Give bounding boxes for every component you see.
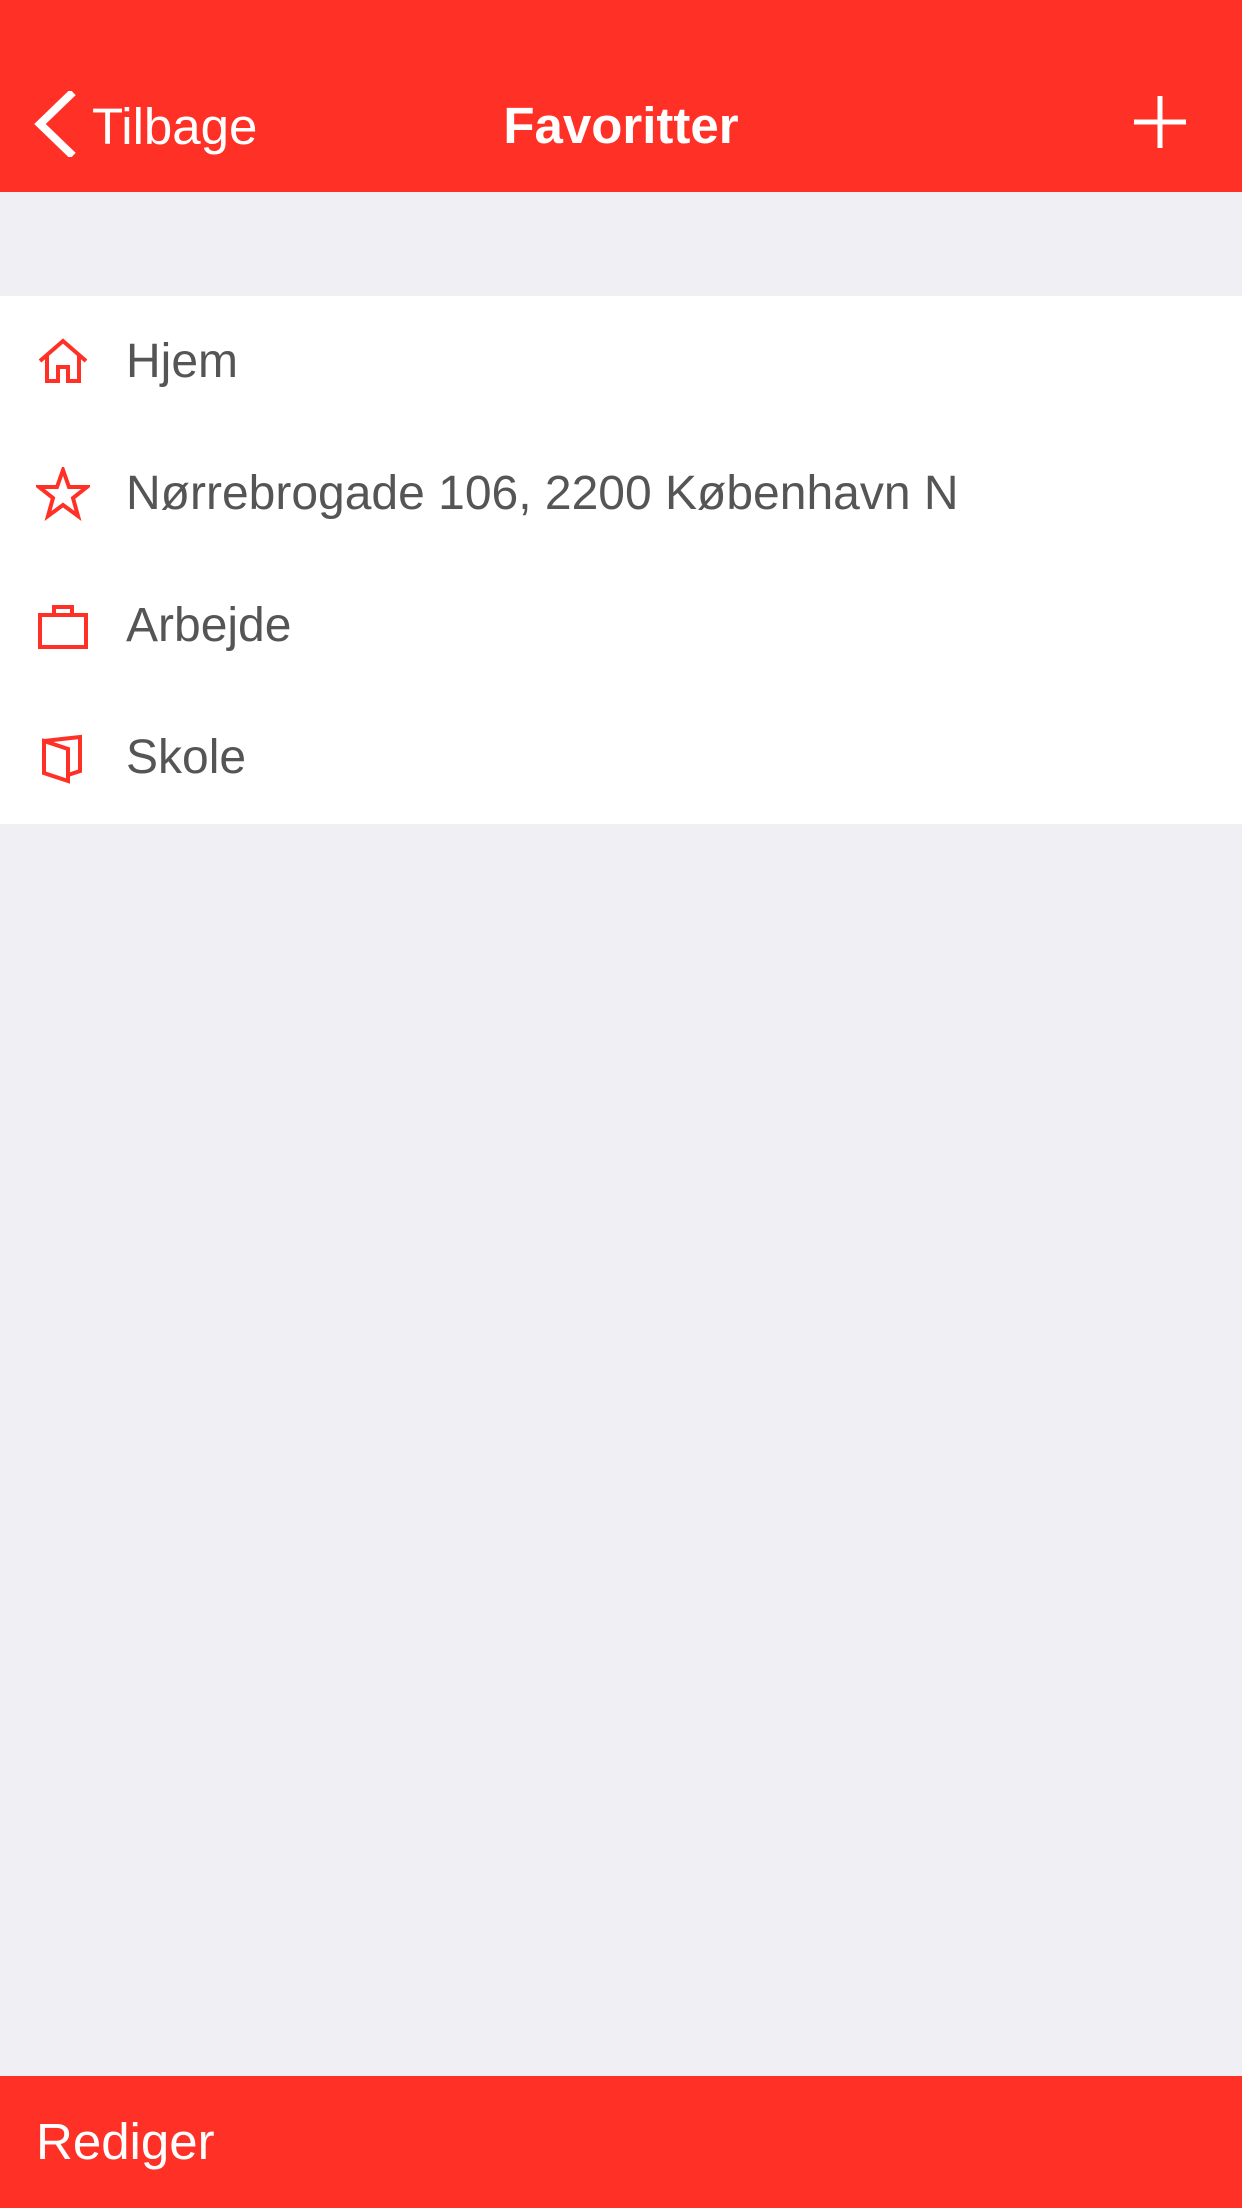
add-favorite-button[interactable]	[1132, 94, 1188, 150]
edit-button[interactable]: Rediger	[36, 2076, 215, 2208]
navigation-bar: Tilbage Favoritter	[0, 0, 1242, 192]
favorite-item-label: Hjem	[126, 335, 239, 388]
briefcase-icon	[36, 599, 90, 653]
favorites-list: Hjem Nørrebrogade 106, 2200 København N …	[0, 296, 1242, 824]
favorite-item-work[interactable]: Arbejde	[0, 560, 1242, 692]
book-icon	[36, 731, 90, 785]
favorites-screen: Tilbage Favoritter Hjem Nørrebrogade 106…	[0, 0, 1242, 2208]
page-title: Favoritter	[503, 97, 739, 154]
favorite-item-school[interactable]: Skole	[0, 692, 1242, 824]
favorite-item-home[interactable]: Hjem	[0, 296, 1242, 428]
favorite-item-label: Skole	[126, 731, 247, 784]
bottom-toolbar: Rediger	[0, 2076, 1242, 2208]
home-icon	[36, 335, 90, 389]
star-icon	[36, 467, 90, 521]
plus-icon	[1132, 94, 1188, 150]
favorite-item-label: Nørrebrogade 106, 2200 København N	[126, 467, 959, 520]
favorite-item-address[interactable]: Nørrebrogade 106, 2200 København N	[0, 428, 1242, 560]
favorite-item-label: Arbejde	[126, 599, 292, 652]
